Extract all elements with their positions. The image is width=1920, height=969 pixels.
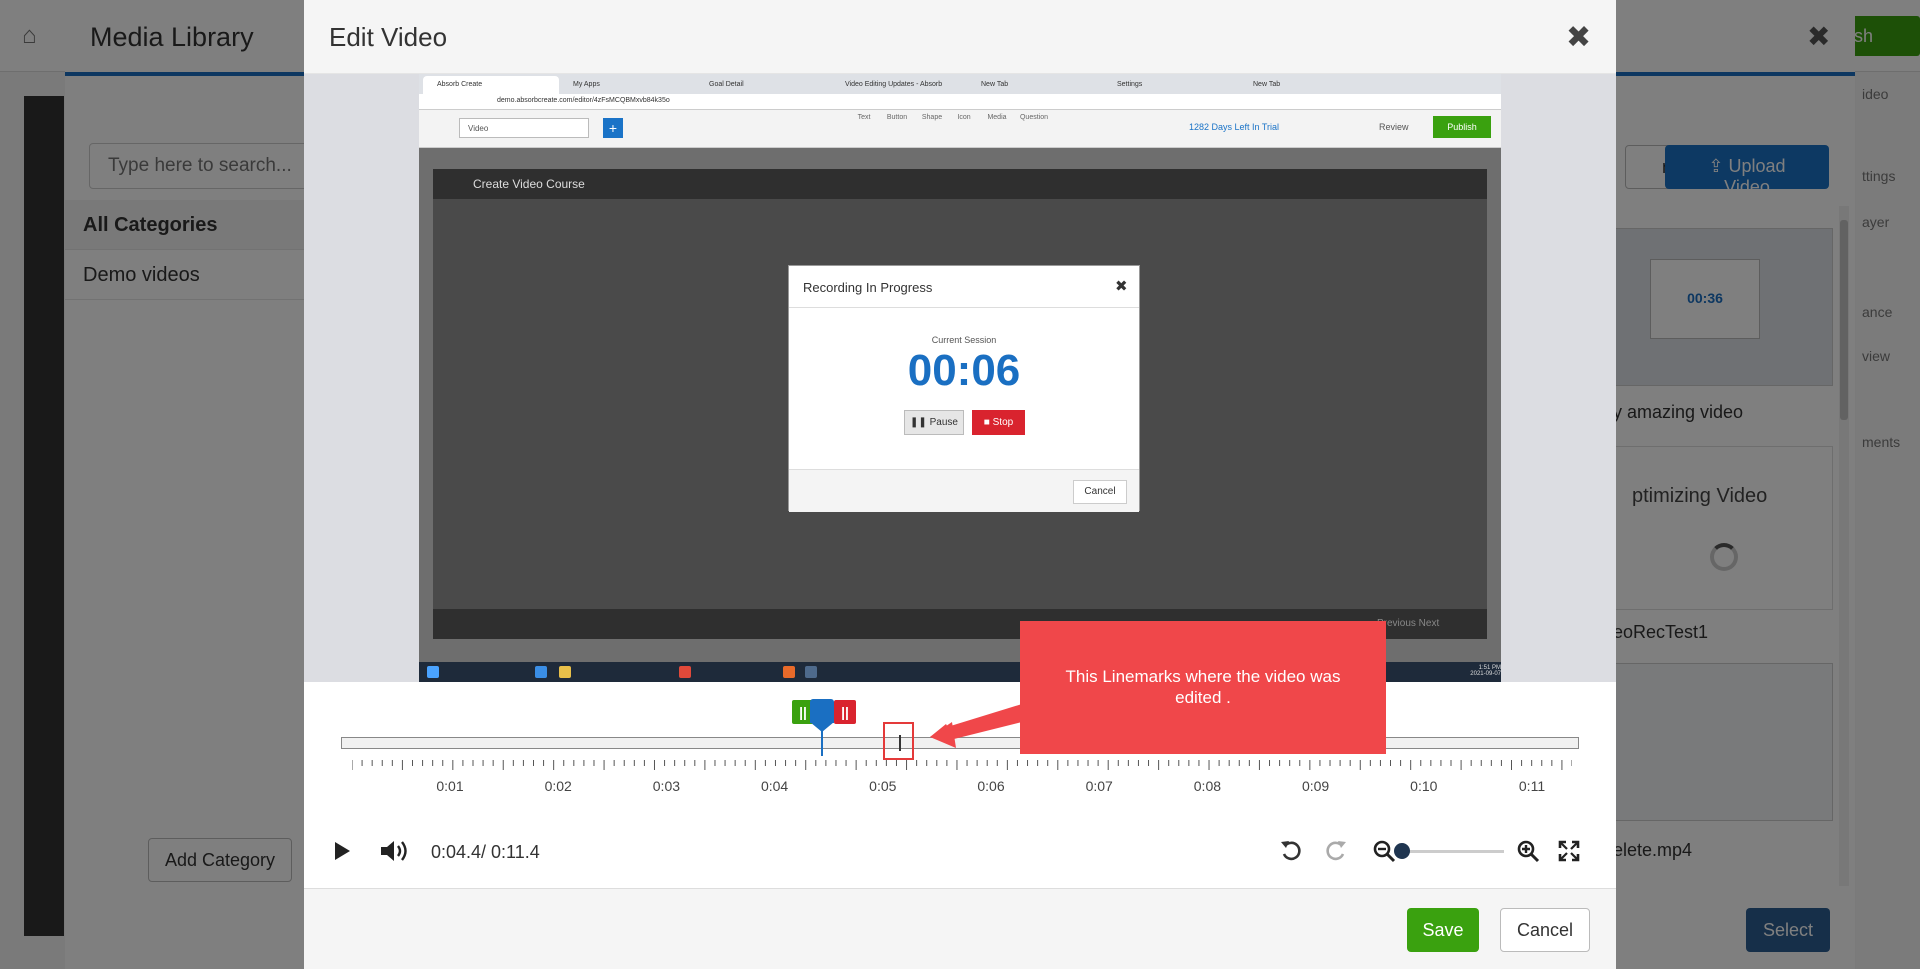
recording-stop-button: ■ Stop [972,410,1025,435]
play-icon[interactable] [335,842,350,860]
timeline-tick-label: 0:03 [652,778,681,794]
recorded-course-title: Create Video Course [433,169,1487,199]
video-preview-area: Absorb Create My Apps Goal Detail Video … [304,74,1616,682]
timeline-tick-label: 0:10 [1410,778,1438,794]
recorded-tool-question: Question [1019,114,1049,121]
stop-icon: ■ [983,417,993,428]
timeline-tick-label: 0:04 [760,778,789,794]
playhead-line [821,730,823,756]
recorded-prev-next: Previous Next [1377,618,1440,629]
recorded-tab: New Tab [981,81,1009,88]
fullscreen-icon[interactable] [1557,839,1581,863]
trim-end-handle[interactable]: || [834,700,856,724]
stop-label: Stop [992,417,1014,428]
timeline-labels: 0:01 0:02 0:03 0:04 0:05 0:06 0:07 0:08 0:09 0:10… [304,778,1616,798]
recorded-tab: Video Editing Updates - Absorb [845,81,943,88]
chrome-icon [679,666,691,678]
zoom-in-icon[interactable] [1515,838,1541,864]
recording-timer: 00:06 [907,346,1021,395]
folder-icon [559,666,571,678]
edit-linemark-highlight [883,722,914,760]
timeline-tick-label: 0:01 [436,778,464,794]
recorded-type-select: Video [459,118,589,138]
annotation-callout: This Linemarks where the video was edite… [1020,621,1386,754]
recording-cancel-button: Cancel [1073,480,1127,504]
edit-video-modal: Edit Video ✖ Absorb Create My Apps Goal … [304,0,1616,969]
recorded-address-bar: demo.absorbcreate.com/editor/4zFsMCQBMxv… [419,94,1501,110]
playhead[interactable] [810,699,834,723]
recorded-tab: Settings [1117,81,1143,88]
recorded-trial-text: 1282 Days Left In Trial [1189,122,1280,132]
app-icon [783,666,795,678]
recorded-tool-icon: Icon [957,114,971,121]
recorded-tool-text: Text [857,114,871,121]
zoom-slider-knob[interactable] [1394,843,1410,859]
recorded-tab: My Apps [573,81,600,88]
close-icon[interactable]: ✖ [1566,20,1591,55]
volume-icon[interactable] [379,839,409,863]
timeline-ticks [352,760,1572,770]
recorded-publish: Publish [1433,116,1491,138]
cancel-button[interactable]: Cancel [1500,908,1590,952]
recording-close-icon: ✖ [1115,278,1128,295]
edge-icon [535,666,547,678]
timeline-tick-label: 0:02 [544,778,572,794]
timeline-tick-label: 0:11 [1518,778,1546,794]
current-session-label: Current Session [931,335,997,345]
redo-icon[interactable] [1322,838,1348,864]
pause-icon: ❚❚ [910,417,930,428]
time-display: 0:04.4/ 0:11.4 [431,842,540,862]
recorded-review: Review [1379,122,1409,132]
recording-pause-button: ❚❚ Pause [904,410,964,435]
modal-footer: Save Cancel [304,888,1616,969]
recorded-add-icon: + [603,118,623,138]
timeline-tick-label: 0:09 [1301,778,1330,794]
recorded-url: demo.absorbcreate.com/editor/4zFsMCQBMxv… [497,97,670,104]
recording-dialog-footer: Cancel [789,469,1139,512]
modal-title: Edit Video [329,22,448,52]
recorded-tool-button: Button [886,114,908,121]
recorded-tool-media: Media [987,114,1007,121]
timeline-area: || || 0:01 0:02 0:03 0:04 0:05 0:06 0:07 0:08 0:… [304,682,1616,888]
app-icon [805,666,817,678]
pause-label: Pause [929,417,958,428]
video-frame[interactable]: Absorb Create My Apps Goal Detail Video … [419,74,1501,682]
recorded-tab: New Tab [1253,81,1281,88]
zoom-slider-track[interactable] [1402,850,1504,853]
recorded-tool-shape: Shape [921,114,943,121]
timeline-tick-label: 0:06 [977,778,1005,794]
timeline-tick-label: 0:05 [869,778,897,794]
recorded-app-toolbar: Video + Text Button Shape Icon Media Que… [419,110,1501,148]
timeline-tick-label: 0:07 [1085,778,1113,794]
modal-header: Edit Video ✖ [304,0,1616,74]
recorded-tab: Goal Detail [709,81,744,88]
recording-dialog: Recording In Progress ✖ Current Session … [788,265,1140,512]
save-button[interactable]: Save [1407,908,1479,952]
timeline-tick-label: 0:08 [1193,778,1222,794]
recorded-clock: 1:51 PM 2021-09-07 [1470,665,1501,677]
recording-dialog-header: Recording In Progress ✖ [789,266,1139,308]
recorded-tab: Absorb Create [423,76,559,94]
recorded-browser-tabs: Absorb Create My Apps Goal Detail Video … [419,74,1501,94]
recording-dialog-title: Recording In Progress [803,280,933,295]
timeline-track[interactable] [341,737,1579,749]
undo-icon[interactable] [1279,838,1305,864]
windows-icon [427,666,439,678]
